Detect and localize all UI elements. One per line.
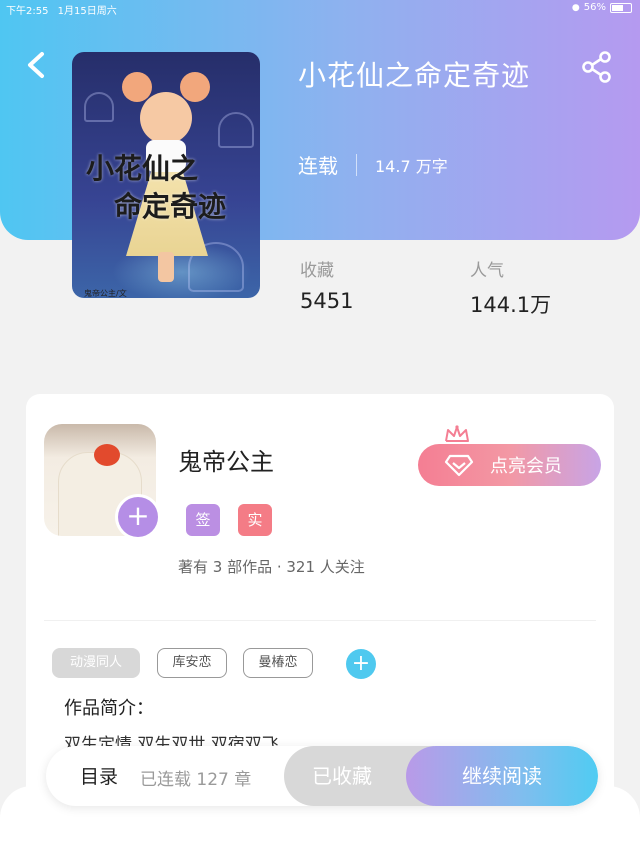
cover-title-line1: 小花仙之 <box>86 152 199 185</box>
stat-favorites-label: 收藏 <box>300 261 334 281</box>
cover-lotus-right <box>218 112 254 148</box>
bottom-action-bar: 目录 已连载 127 章 已收藏 继续阅读 <box>46 746 598 806</box>
diamond-icon <box>444 454 474 477</box>
status-date: 1月15日周六 <box>57 6 117 17</box>
chevron-left-icon <box>28 52 44 78</box>
back-button[interactable] <box>22 48 52 82</box>
serial-status: 连载 <box>298 154 338 178</box>
cover-character-legs <box>158 252 174 282</box>
share-icon <box>582 51 611 83</box>
cover-author-credit: 鬼帝公主/文 <box>84 289 127 298</box>
cover-hair-bun-right <box>180 72 210 102</box>
table-of-contents-button[interactable]: 目录 <box>80 762 118 789</box>
cover-title-line2: 命定奇迹 <box>114 190 227 223</box>
cover-hair-bun-left <box>122 72 152 102</box>
card-divider <box>44 620 596 621</box>
cover-character-head <box>140 92 192 144</box>
chapter-count: 已连载 127 章 <box>140 770 252 790</box>
vip-membership-button[interactable]: 点亮会员 <box>418 444 601 486</box>
stat-popularity-value: 144.1万 <box>470 293 552 317</box>
plus-icon: + <box>351 651 371 676</box>
book-cover[interactable]: 小花仙之 命定奇迹 鬼帝公主/文 <box>72 52 260 298</box>
stat-popularity-label: 人气 <box>470 261 504 281</box>
battery-percent: 56% <box>583 2 606 13</box>
stat-popularity: 人气 144.1万 <box>470 256 551 319</box>
follow-author-button[interactable]: + <box>118 497 158 537</box>
wifi-icon: ● <box>571 2 580 13</box>
cover-title: 小花仙之 命定奇迹 <box>86 150 256 226</box>
tag-item[interactable]: 库安恋 <box>157 648 227 678</box>
intro-label: 作品简介： <box>64 698 154 719</box>
word-count: 14.7 万字 <box>375 156 448 176</box>
continue-reading-button[interactable]: 继续阅读 <box>406 746 598 806</box>
plus-icon: + <box>126 499 150 532</box>
tag-item[interactable]: 动漫同人 <box>52 648 140 678</box>
add-tag-button[interactable]: + <box>346 649 376 679</box>
status-divider <box>356 153 357 176</box>
tag-item[interactable]: 曼椿恋 <box>243 648 313 678</box>
author-meta: 著有 3 部作品 · 321 人关注 <box>178 558 365 576</box>
status-time: 下午2:55 <box>6 6 49 17</box>
author-name[interactable]: 鬼帝公主 <box>178 442 274 477</box>
status-bar: 下午2:55 1月15日周六 ● 56% <box>0 0 640 17</box>
signed-badge: 签 <box>186 504 220 536</box>
stat-favorites: 收藏 5451 <box>300 256 353 313</box>
battery-icon <box>610 2 632 13</box>
status-time-date: 下午2:55 1月15日周六 <box>6 2 117 17</box>
stat-favorites-value: 5451 <box>300 289 354 313</box>
verified-badge: 实 <box>238 504 272 536</box>
book-status-line: 连载 14.7 万字 <box>298 150 448 179</box>
crown-icon <box>445 425 469 442</box>
status-indicators: ● 56% <box>572 2 632 13</box>
book-title: 小花仙之命定奇迹 <box>298 59 531 92</box>
cover-lotus-left <box>84 92 114 122</box>
avatar-flower <box>94 444 120 466</box>
share-button[interactable] <box>580 50 614 84</box>
vip-button-label: 点亮会员 <box>490 456 562 477</box>
